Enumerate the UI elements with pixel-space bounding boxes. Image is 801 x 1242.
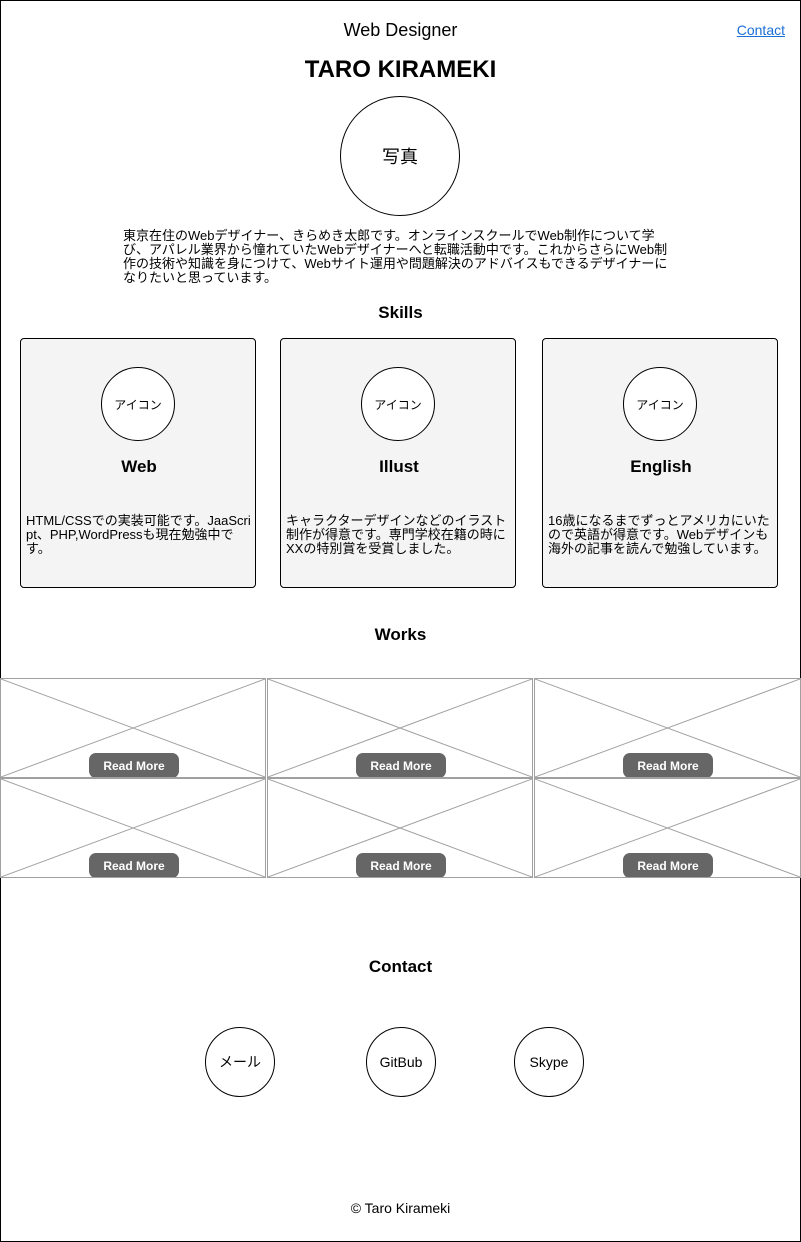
contact-label: GitBub <box>379 1054 423 1070</box>
read-more-button[interactable]: Read More <box>89 753 179 777</box>
profile-photo-placeholder: 写真 <box>340 96 460 216</box>
read-more-button[interactable]: Read More <box>89 853 179 877</box>
contact-title: Contact <box>368 957 433 976</box>
skill-icon-label: アイコン <box>114 397 162 412</box>
contact-label: Skype <box>529 1054 569 1070</box>
skype-contact-button[interactable]: Skype <box>514 1027 584 1097</box>
site-subtitle: Web Designer <box>343 20 458 40</box>
skill-card-english: アイコン English 16歳になるまでずっとアメリカにいたので英語が得意です… <box>542 338 778 588</box>
skill-icon-label: アイコン <box>636 397 684 412</box>
skill-icon-label: アイコン <box>374 397 422 412</box>
photo-label: 写真 <box>382 147 418 167</box>
read-more-button[interactable]: Read More <box>623 853 713 877</box>
skill-description: キャラクターデザインなどのイラスト制作が得意です。専門学校在籍の時にXXの特別賞… <box>286 513 507 556</box>
contact-nav-link[interactable]: Contact <box>737 22 785 38</box>
skill-icon-placeholder: アイコン <box>101 367 175 441</box>
work-thumbnail[interactable]: Read More <box>0 778 266 878</box>
read-more-button[interactable]: Read More <box>356 853 446 877</box>
skill-icon-placeholder: アイコン <box>361 367 435 441</box>
skill-description: HTML/CSSでの実装可能です。JaaScript、PHP,WordPress… <box>26 513 251 556</box>
work-thumbnail[interactable]: Read More <box>267 678 533 778</box>
skill-card-illust: アイコン Illust キャラクターデザインなどのイラスト制作が得意です。専門学… <box>280 338 516 588</box>
works-title: Works <box>374 625 427 644</box>
skill-title: Web <box>121 457 157 476</box>
work-thumbnail[interactable]: Read More <box>267 778 533 878</box>
contact-label: メール <box>219 1054 261 1070</box>
skill-icon-placeholder: アイコン <box>623 367 697 441</box>
works-grid: Read More Read More Read More Read More … <box>0 678 801 878</box>
skill-description: 16歳になるまでずっとアメリカにいたので英語が得意です。Webデザインも海外の記… <box>548 513 770 556</box>
github-contact-button[interactable]: GitBub <box>366 1027 436 1097</box>
skills-title: Skills <box>378 303 423 322</box>
footer-copyright: © Taro Kirameki <box>350 1200 451 1216</box>
skill-card-web: アイコン Web HTML/CSSでの実装可能です。JaaScript、PHP,… <box>20 338 256 588</box>
work-thumbnail[interactable]: Read More <box>0 678 266 778</box>
skill-title: English <box>630 457 692 476</box>
read-more-button[interactable]: Read More <box>623 753 713 777</box>
page-title: TARO KIRAMEKI <box>304 56 497 83</box>
work-thumbnail[interactable]: Read More <box>534 778 801 878</box>
mail-contact-button[interactable]: メール <box>205 1027 275 1097</box>
intro-text: 東京在住のWebデザイナー、きらめき太郎です。オンラインスクールでWeb制作につ… <box>123 228 668 285</box>
read-more-button[interactable]: Read More <box>356 753 446 777</box>
work-thumbnail[interactable]: Read More <box>534 678 801 778</box>
skill-title: Illust <box>379 457 419 476</box>
